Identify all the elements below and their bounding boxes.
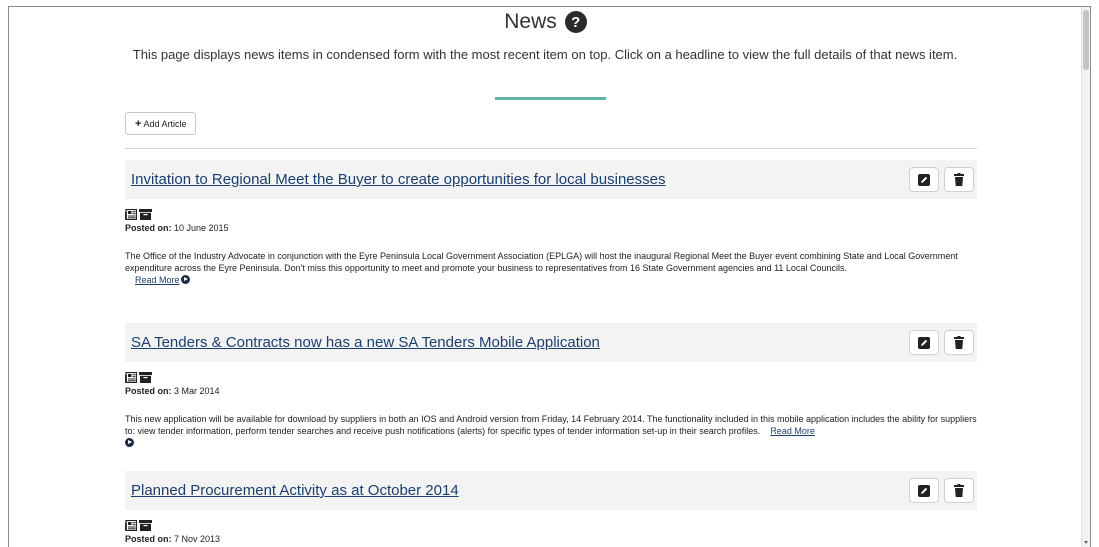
newspaper-icon bbox=[125, 520, 137, 531]
arrow-circle-right-icon[interactable] bbox=[125, 438, 134, 447]
article-meta-icons bbox=[125, 209, 977, 220]
add-article-label: Add Article bbox=[143, 118, 187, 129]
edit-article-button[interactable] bbox=[909, 478, 939, 503]
edit-article-button[interactable] bbox=[909, 167, 939, 192]
scrollbar-thumb[interactable] bbox=[1083, 10, 1089, 70]
article-headline-link[interactable]: SA Tenders & Contracts now has a new SA … bbox=[131, 334, 600, 351]
trash-icon bbox=[954, 336, 964, 349]
article-posted-date: Posted on: 7 Nov 2013 bbox=[125, 534, 977, 544]
edit-icon bbox=[918, 336, 930, 349]
newspaper-icon bbox=[125, 209, 137, 220]
headline-bar: Invitation to Regional Meet the Buyer to… bbox=[125, 160, 977, 199]
delete-article-button[interactable] bbox=[944, 330, 974, 355]
article-meta-icons bbox=[125, 372, 977, 383]
posted-date-value: 7 Nov 2013 bbox=[174, 534, 221, 544]
vertical-scrollbar[interactable] bbox=[1081, 7, 1090, 547]
article-headline-link[interactable]: Invitation to Regional Meet the Buyer to… bbox=[131, 171, 665, 188]
edit-icon bbox=[918, 173, 930, 186]
newspaper-icon bbox=[125, 372, 137, 383]
posted-label: Posted on: bbox=[125, 534, 172, 544]
section-divider bbox=[125, 148, 977, 149]
news-page: News ? This page displays news items in … bbox=[8, 6, 1091, 547]
delete-article-button[interactable] bbox=[944, 167, 974, 192]
page-title: News bbox=[504, 10, 557, 33]
news-article: Invitation to Regional Meet the Buyer to… bbox=[125, 160, 977, 286]
article-posted-date: Posted on: 10 June 2015 bbox=[125, 223, 977, 233]
read-more-link[interactable]: Read More bbox=[770, 426, 815, 436]
page-intro: This page displays news items in condens… bbox=[132, 47, 958, 62]
headline-bar: Planned Procurement Activity as at Octob… bbox=[125, 471, 977, 510]
trash-icon bbox=[954, 484, 964, 497]
question-circle-icon[interactable]: ? bbox=[564, 11, 587, 33]
article-headline-link[interactable]: Planned Procurement Activity as at Octob… bbox=[131, 482, 459, 499]
archive-icon bbox=[139, 372, 152, 383]
article-summary: This new application will be available f… bbox=[125, 413, 977, 449]
article-summary-text: The Office of the Industry Advocate in c… bbox=[125, 251, 958, 273]
posted-date-value: 10 June 2015 bbox=[174, 223, 229, 233]
add-article-button[interactable]: + Add Article bbox=[125, 112, 197, 135]
page-title-row: News ? bbox=[9, 10, 1082, 34]
archive-icon bbox=[139, 520, 152, 531]
title-accent-divider bbox=[495, 97, 606, 100]
posted-label: Posted on: bbox=[125, 386, 172, 396]
delete-article-button[interactable] bbox=[944, 478, 974, 503]
edit-icon bbox=[918, 484, 930, 497]
article-summary: The Office of the Industry Advocate in c… bbox=[125, 250, 977, 286]
posted-label: Posted on: bbox=[125, 223, 172, 233]
article-summary-text: This new application will be available f… bbox=[125, 414, 977, 436]
scroll-down-arrow-icon[interactable] bbox=[1084, 541, 1088, 544]
news-article: SA Tenders & Contracts now has a new SA … bbox=[125, 323, 977, 449]
article-posted-date: Posted on: 3 Mar 2014 bbox=[125, 386, 977, 396]
arrow-circle-right-icon[interactable] bbox=[180, 275, 190, 284]
headline-bar: SA Tenders & Contracts now has a new SA … bbox=[125, 323, 977, 362]
edit-article-button[interactable] bbox=[909, 330, 939, 355]
trash-icon bbox=[954, 173, 964, 186]
read-more-link[interactable]: Read More bbox=[135, 275, 180, 285]
news-article: Planned Procurement Activity as at Octob… bbox=[125, 471, 977, 544]
posted-date-value: 3 Mar 2014 bbox=[174, 386, 220, 396]
archive-icon bbox=[139, 209, 152, 220]
plus-icon: + bbox=[135, 117, 142, 130]
article-meta-icons bbox=[125, 520, 977, 531]
